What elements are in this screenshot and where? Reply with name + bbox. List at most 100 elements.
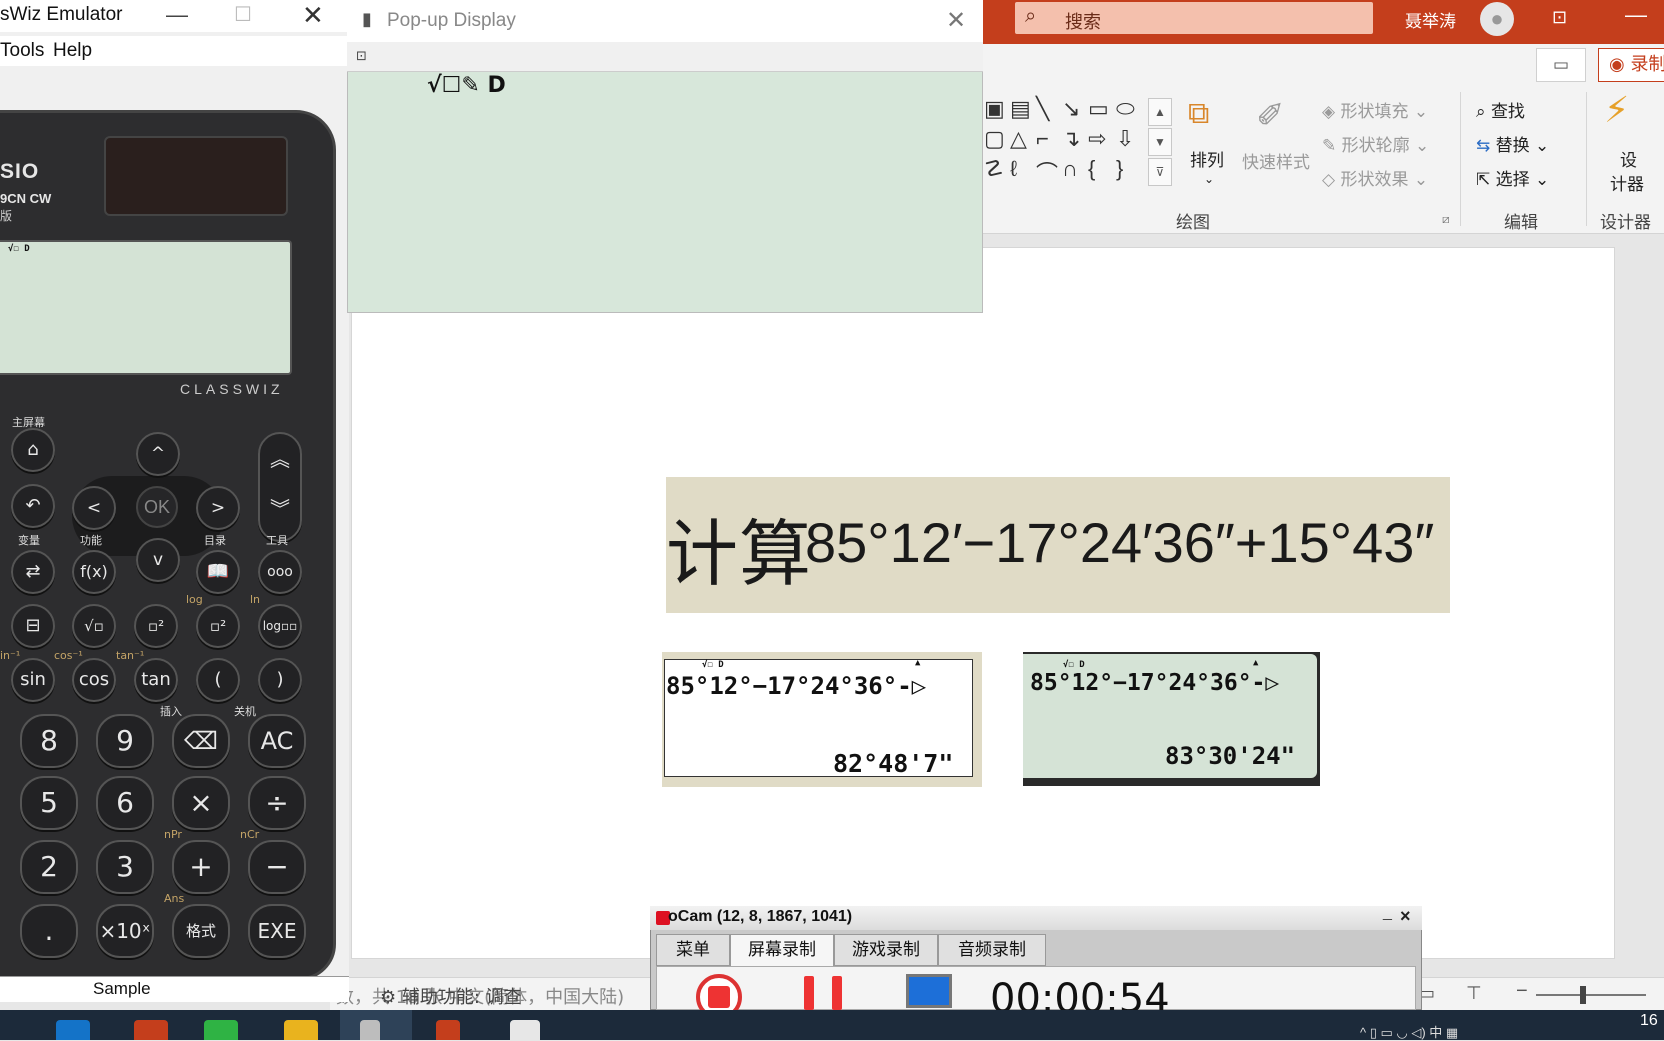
- menu-tools[interactable]: Tools: [0, 40, 44, 62]
- back-key[interactable]: ↶: [11, 484, 55, 528]
- maximize-icon[interactable]: ☐: [234, 2, 252, 27]
- rectangle-shape-icon[interactable]: ▭: [1088, 96, 1109, 122]
- log-key[interactable]: log▫▫: [258, 604, 302, 648]
- sqrt-key[interactable]: √▫: [72, 604, 116, 648]
- key-9[interactable]: 9: [96, 714, 154, 768]
- minimize-icon[interactable]: —: [1625, 2, 1647, 28]
- designer-button-line1[interactable]: 设: [1620, 146, 1637, 171]
- arc-shape-icon[interactable]: ⌒: [1036, 156, 1058, 188]
- catalog-key[interactable]: 📖: [196, 550, 240, 594]
- pause-icon[interactable]: [804, 976, 814, 1010]
- comment-button[interactable]: ▭: [1536, 48, 1586, 82]
- system-tray[interactable]: ^ ▯ ▭ ◡ ◁) 中 ▦: [1360, 1022, 1458, 1041]
- search-box[interactable]: ⌕ 搜索: [1015, 2, 1373, 34]
- gallery-up-icon[interactable]: ▲: [1148, 98, 1172, 126]
- app-taskbar-icon[interactable]: [510, 1020, 540, 1040]
- record-button[interactable]: ◉ 录制: [1598, 48, 1664, 82]
- elbow-connector-icon[interactable]: ⌐: [1036, 126, 1049, 152]
- tan-key[interactable]: tan: [134, 658, 178, 702]
- accessibility-status[interactable]: ⚙ 辅助功能: 调查: [380, 983, 522, 1009]
- designer-button-line2[interactable]: 计器: [1610, 170, 1644, 195]
- key-5[interactable]: 5: [20, 776, 78, 830]
- curve-shape-icon[interactable]: ∩: [1062, 156, 1078, 182]
- times-key[interactable]: ×: [172, 776, 230, 830]
- function-key[interactable]: f(x): [72, 550, 116, 594]
- cos-key[interactable]: cos: [72, 658, 116, 702]
- elbow-arrow-icon[interactable]: ↴: [1062, 126, 1080, 152]
- find-button[interactable]: ⌕ 查找: [1476, 97, 1525, 122]
- rparen-key[interactable]: ): [258, 658, 302, 702]
- outlook-icon[interactable]: [56, 1020, 90, 1040]
- tab-menu[interactable]: 菜单: [656, 934, 730, 966]
- camera-icon[interactable]: ⊡: [356, 48, 367, 64]
- minimize-icon[interactable]: _: [1383, 904, 1392, 922]
- close-icon[interactable]: ×: [1400, 906, 1411, 927]
- close-icon[interactable]: ✕: [302, 0, 324, 31]
- scroll-key[interactable]: ︽ ︾: [258, 432, 302, 542]
- quick-styles-button[interactable]: 快速样式: [1242, 148, 1310, 173]
- pause-icon[interactable]: [832, 976, 842, 1010]
- menu-help[interactable]: Help: [53, 40, 92, 62]
- power-key[interactable]: ▫²: [134, 604, 178, 648]
- arrow-line-shape-icon[interactable]: ↘: [1062, 96, 1080, 122]
- ribbon-display-icon[interactable]: ⊡: [1552, 7, 1567, 28]
- freeform-shape-icon[interactable]: ☡: [984, 156, 1004, 182]
- tools-key[interactable]: ooo: [258, 550, 302, 594]
- oval-shape-icon[interactable]: ⬭: [1116, 96, 1135, 122]
- select-button[interactable]: ⇱ 选择 ⌄: [1476, 165, 1549, 190]
- square-key[interactable]: ▫²: [196, 604, 240, 648]
- up-key[interactable]: ^: [136, 432, 180, 476]
- gallery-more-icon[interactable]: ⊽: [1148, 158, 1172, 186]
- lparen-key[interactable]: (: [196, 658, 240, 702]
- down-arrow-shape-icon[interactable]: ⇩: [1116, 126, 1134, 152]
- home-key[interactable]: ⌂: [11, 428, 55, 472]
- avatar[interactable]: ●: [1480, 2, 1514, 36]
- wechat-icon[interactable]: [204, 1020, 238, 1040]
- key-3[interactable]: 3: [96, 840, 154, 894]
- key-8[interactable]: 8: [20, 714, 78, 768]
- arrange-button[interactable]: 排列: [1190, 146, 1224, 171]
- ocam-taskbar-icon[interactable]: [436, 1020, 460, 1040]
- dialog-launcher-icon[interactable]: ⧄: [1442, 212, 1450, 227]
- close-icon[interactable]: ✕: [946, 6, 966, 35]
- textbox-shape-icon[interactable]: ▣: [984, 96, 1005, 122]
- zoom-out-icon[interactable]: −: [1516, 980, 1528, 1003]
- line-shape-icon[interactable]: ╲: [1036, 96, 1049, 122]
- ok-key[interactable]: OK: [136, 486, 178, 528]
- gallery-down-icon[interactable]: ▼: [1148, 128, 1172, 156]
- minimize-icon[interactable]: —: [166, 2, 188, 28]
- right-arrow-shape-icon[interactable]: ⇨: [1088, 126, 1106, 152]
- right-key[interactable]: >: [196, 486, 240, 530]
- vertical-textbox-shape-icon[interactable]: ▤: [1010, 96, 1031, 122]
- shape-outline-button[interactable]: ✎ 形状轮廓 ⌄: [1322, 131, 1429, 156]
- exp-key[interactable]: ×10ˣ: [96, 904, 154, 958]
- zoom-slider-thumb[interactable]: [1580, 986, 1586, 1004]
- calculator-taskbar-icon[interactable]: [360, 1020, 380, 1040]
- sin-key[interactable]: sin: [11, 658, 55, 702]
- chrome-icon[interactable]: [284, 1020, 318, 1040]
- tab-audio-record[interactable]: 音频录制: [938, 934, 1046, 966]
- screen-area-icon[interactable]: [906, 974, 952, 1008]
- tab-screen-record[interactable]: 屏幕录制: [730, 934, 834, 966]
- right-brace-shape-icon[interactable]: }: [1116, 156, 1123, 182]
- replace-button[interactable]: ⇆ 替换 ⌄: [1476, 131, 1549, 156]
- user-name[interactable]: 聂举涛: [1405, 7, 1456, 32]
- divide-key[interactable]: ÷: [248, 776, 306, 830]
- scribble-shape-icon[interactable]: ℓ: [1010, 156, 1017, 182]
- shape-fill-button[interactable]: ◈ 形状填充 ⌄: [1322, 97, 1428, 122]
- shape-gallery[interactable]: ▣ ▤ ╲ ↘ ▭ ⬭ ▢ △ ⌐ ↴ ⇨ ⇩ ☡ ℓ ⌒ ∩ { }: [980, 96, 1148, 188]
- down-key[interactable]: v: [136, 538, 180, 582]
- ac-key[interactable]: AC: [248, 714, 306, 768]
- variable-key[interactable]: ⇄: [11, 550, 55, 594]
- fraction-key[interactable]: ⊟: [11, 604, 55, 648]
- plus-key[interactable]: +: [172, 840, 230, 894]
- rounded-rect-shape-icon[interactable]: ▢: [984, 126, 1005, 152]
- powerpoint-icon[interactable]: [134, 1020, 168, 1040]
- minus-key[interactable]: −: [248, 840, 306, 894]
- key-2[interactable]: 2: [20, 840, 78, 894]
- shape-effects-button[interactable]: ◇ 形状效果 ⌄: [1322, 165, 1428, 190]
- zoom-slider[interactable]: [1536, 994, 1646, 996]
- decimal-key[interactable]: .: [20, 904, 78, 958]
- tab-game-record[interactable]: 游戏录制: [834, 934, 938, 966]
- delete-key[interactable]: ⌫: [172, 714, 230, 768]
